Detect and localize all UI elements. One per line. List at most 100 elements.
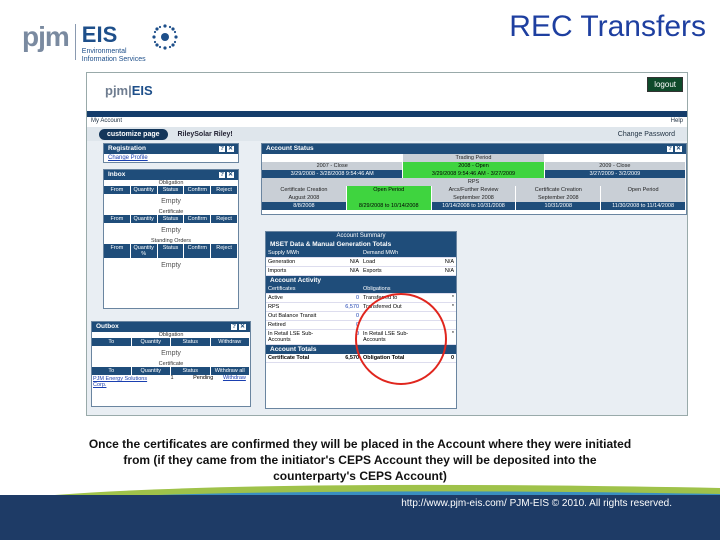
help-icon[interactable]: ? — [219, 172, 225, 178]
customize-bar: customize page RileySolar Riley! Change … — [87, 127, 687, 141]
col-header: Reject — [211, 244, 238, 258]
period-dates-row: 3/29/2008 - 3/28/2008 9:54:46 AM 3/29/20… — [262, 170, 686, 178]
change-profile-link[interactable]: Change Profile — [104, 154, 238, 162]
account-status-panel: Account Status? ✕ Trading Period 2007 - C… — [261, 143, 687, 215]
row-label: Out Balance Transit — [268, 313, 317, 319]
table-row: PJM Energy Solutions Corp. 1 Pending Wit… — [92, 375, 250, 389]
rps-date: 10/14/2008 to 10/31/2008 — [431, 202, 517, 210]
inbox-obligation-header: From Quantity Status Confirm Reject — [104, 186, 238, 194]
user-name: RileySolar Riley! — [177, 130, 233, 138]
col-header: Reject — [211, 215, 238, 223]
help-icon[interactable]: ? — [667, 146, 673, 152]
row-label: In Retail LSE Sub-Accounts — [268, 331, 314, 343]
rps-sub: August 2008 — [262, 194, 347, 202]
outbox-certificate-header: To Quantity Status Withdraw all — [92, 367, 250, 375]
col-header: From — [104, 186, 131, 194]
close-icon[interactable]: ✕ — [226, 172, 234, 178]
certificates-head: Certificates — [268, 286, 296, 292]
account-summary-title: Account Summary — [266, 232, 456, 240]
logo-pjm-text: pjm — [22, 21, 70, 52]
logo-sub-1: Environmental — [81, 48, 127, 55]
outbox-header: Outbox? ✕ — [92, 322, 250, 332]
row-value: N/A — [444, 259, 454, 265]
col-header: Status — [157, 244, 185, 258]
activity-header: Certificates Obligations — [266, 285, 456, 294]
rps-cols-row: Certificate Creation Open Period Arcs/Fu… — [262, 186, 686, 194]
demand-head: Demand MWh — [363, 250, 399, 256]
logo-eis-text: EIS — [81, 22, 118, 47]
footer-text: http://www.pjm-eis.com/ PJM-EIS © 2010. … — [401, 498, 672, 509]
period-cell-open: 2008 - Open — [403, 162, 545, 170]
col-header: Status — [171, 367, 211, 375]
rps-date: 11/30/2008 to 11/14/2008 — [601, 202, 686, 210]
help-link[interactable]: Help — [671, 118, 683, 126]
sun-logo-icon — [151, 24, 178, 50]
outbox-qty: 1 — [170, 375, 174, 381]
logout-button[interactable]: logout — [647, 77, 683, 92]
row-value: N/A — [444, 268, 454, 274]
slide-caption: Once the certificates are confirmed they… — [40, 436, 680, 484]
registration-panel: Registration? ✕ Change Profile — [103, 143, 239, 163]
col-header: From — [104, 215, 131, 223]
outbox-to-link[interactable]: PJM Energy Solutions Corp. — [92, 375, 156, 389]
rps-col: Certificate Creation — [516, 186, 602, 194]
col-header: Quantity — [131, 367, 171, 375]
close-icon[interactable]: ✕ — [674, 146, 682, 152]
row-label: RPS — [268, 304, 280, 310]
rps-label-row: RPS — [262, 178, 686, 186]
caption-line: from (if they came from the initiator's … — [123, 453, 597, 467]
period-date: 3/27/2009 - 3/2/2009 — [544, 170, 686, 178]
inbox-certificate-header: From Quantity Status Confirm Reject — [104, 215, 238, 223]
close-icon[interactable]: ✕ — [238, 324, 246, 330]
col-header: To — [92, 338, 132, 346]
period-date-open: 3/29/2008 9:54:46 AM - 3/27/2009 — [403, 170, 545, 178]
slide-title: REC Transfers — [509, 10, 706, 43]
mset-section-title: MSET Data & Manual Generation Totals — [266, 240, 456, 249]
logo-sub-2: Information Services — [81, 56, 146, 63]
obligations-head: Obligations — [363, 286, 391, 292]
rps-sub-row: August 2008 September 2008 September 200… — [262, 194, 686, 202]
row-value-link[interactable]: 0 — [328, 312, 361, 320]
app-header: pjm|EIS logout — [87, 73, 687, 111]
my-account-link[interactable]: My Account — [91, 118, 122, 126]
empty-text: Empty — [161, 350, 181, 357]
inbox-panel: Inbox? ✕ Obligation From Quantity Status … — [103, 169, 239, 309]
help-icon[interactable]: ? — [219, 146, 225, 152]
row-value: N/A — [349, 259, 359, 265]
rps-col-open: Open Period — [346, 186, 432, 194]
col-header: Confirm — [184, 244, 212, 258]
periods-row: 2007 - Close 2008 - Open 2009 - Close — [262, 162, 686, 170]
col-header: Quantity % — [130, 244, 158, 258]
withdraw-link[interactable]: Withdraw — [219, 375, 250, 389]
col-header: From — [104, 244, 131, 258]
col-header: To — [92, 367, 132, 375]
rps-sub: September 2008 — [516, 194, 602, 202]
row-value-link[interactable]: 0 — [328, 294, 361, 302]
logo-separator — [74, 24, 76, 60]
row-label: Retired — [268, 322, 286, 328]
logo-eis-block: EIS Environmental Information Services — [82, 22, 146, 64]
rps-col: Certificate Creation — [262, 186, 347, 194]
table-row: Generation N/A Load N/A — [266, 258, 456, 267]
period-date: 3/29/2008 - 3/28/2008 9:54:46 AM — [262, 170, 404, 178]
rps-col: Arcs/Further Review — [431, 186, 517, 194]
supply-head: Supply MWh — [268, 250, 300, 256]
help-icon[interactable]: ? — [231, 324, 237, 330]
change-password-link[interactable]: Change Password — [618, 131, 675, 138]
row-label: Exports — [363, 268, 382, 274]
col-header: Status — [171, 338, 211, 346]
empty-text: Empty — [161, 262, 181, 269]
close-icon[interactable]: ✕ — [226, 146, 234, 152]
supply-demand-header: Supply MWh Demand MWh — [266, 249, 456, 258]
rps-sub-open — [346, 194, 432, 202]
highlight-circle — [355, 293, 447, 385]
col-header: Quantity — [130, 186, 158, 194]
trading-period-row: Trading Period — [262, 154, 686, 162]
account-activity-title: Account Activity — [266, 276, 456, 285]
row-value-link[interactable]: 6,570 — [328, 303, 361, 311]
table-row: Imports N/A Exports N/A — [266, 267, 456, 276]
rps-date: 8/8/2008 — [262, 202, 347, 210]
customize-page-button[interactable]: customize page — [99, 128, 168, 140]
col-header: Withdraw all — [210, 367, 250, 375]
empty-text: Empty — [161, 198, 181, 205]
